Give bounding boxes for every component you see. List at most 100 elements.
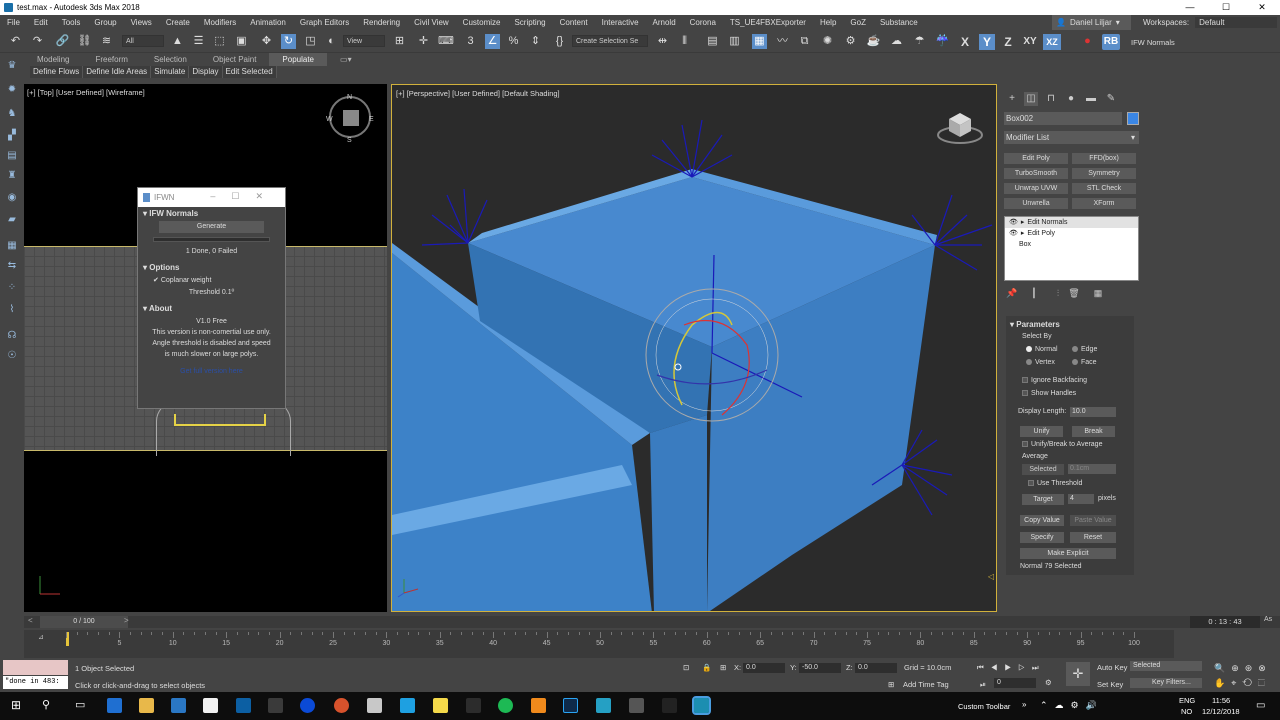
window-crossing-icon[interactable]: ▣ — [234, 34, 249, 49]
menu-graph-editors[interactable]: Graph Editors — [293, 18, 356, 27]
paste-value-button[interactable]: Paste Value — [1070, 515, 1116, 526]
vlc-icon[interactable] — [531, 698, 546, 713]
full-version-link[interactable]: Get full version here — [143, 366, 280, 378]
cylinder-icon[interactable]: ◉ — [5, 191, 19, 205]
configure-sets-icon[interactable]: ▦ — [1092, 287, 1104, 299]
modifier-btn-xform[interactable]: XForm — [1072, 198, 1136, 209]
axis-y-button[interactable]: Y — [979, 34, 995, 50]
ref-coord-dropdown[interactable]: View — [343, 35, 385, 47]
app-photos-icon[interactable] — [203, 698, 218, 713]
close-button[interactable]: ✕ — [1244, 0, 1280, 15]
photoshop-icon[interactable] — [563, 698, 578, 713]
epic-games-icon[interactable] — [662, 698, 677, 713]
menu-tools[interactable]: Tools — [55, 18, 88, 27]
ribbon-options-icon[interactable]: ▭▾ — [327, 53, 365, 66]
menu-create[interactable]: Create — [159, 18, 197, 27]
record-icon[interactable]: ● — [1080, 34, 1095, 49]
chrome-icon[interactable] — [334, 698, 349, 713]
modifier-btn-turbosmooth[interactable]: TurboSmooth — [1004, 168, 1068, 179]
menu-arnold[interactable]: Arnold — [646, 18, 683, 27]
auto-key-selection-dropdown[interactable]: Selected — [1130, 661, 1202, 671]
hierarchy-tab-icon[interactable]: ⊓ — [1044, 92, 1058, 106]
table-icon[interactable]: ▤ — [5, 149, 19, 163]
render-setup-icon[interactable]: ⚙ — [843, 34, 858, 49]
edit-named-selection-icon[interactable]: {} — [552, 34, 567, 49]
absolute-mode-icon[interactable]: ⊞ — [720, 663, 726, 672]
specify-button[interactable]: Specify — [1020, 532, 1064, 543]
place-icon[interactable]: ◐ — [324, 34, 339, 49]
layer-explorer-icon[interactable]: ▥ — [727, 34, 742, 49]
create-tab-icon[interactable]: + — [1005, 92, 1019, 106]
render-cloud-icon[interactable]: ☔ — [935, 34, 950, 49]
viewport-nav-icons-2[interactable]: ✋⌖⟲⬚ — [1214, 678, 1271, 689]
menu-rendering[interactable]: Rendering — [356, 18, 407, 27]
chevron-right-icon[interactable]: » — [1022, 700, 1026, 709]
person-icon[interactable]: ♞ — [5, 107, 19, 121]
menu-goz[interactable]: GoZ — [843, 18, 873, 27]
app-icon-14[interactable] — [596, 698, 611, 713]
menu-modifiers[interactable]: Modifiers — [197, 18, 243, 27]
maxscript-listener-mini[interactable] — [3, 660, 68, 675]
selected-button[interactable]: Selected — [1022, 464, 1064, 475]
coplanar-checkbox[interactable]: ✔ Coplanar weight — [143, 275, 280, 287]
time-tag-icon[interactable]: ⊞ — [888, 680, 894, 689]
stack-item-box[interactable]: Box — [1005, 239, 1138, 250]
modifier-btn-symmetry[interactable]: Symmetry — [1072, 168, 1136, 179]
curve-editor-icon[interactable]: 〰 — [775, 34, 790, 49]
render-active-icon[interactable]: ☂ — [912, 34, 927, 49]
selected-threshold-spinner[interactable]: 0.1cm — [1068, 464, 1116, 474]
radio-vertex[interactable]: Vertex — [1026, 359, 1055, 366]
viewport-nav-icons[interactable]: 🔍⊕⊛⊗ — [1214, 663, 1272, 674]
subtab-simulate[interactable]: Simulate — [151, 66, 190, 78]
app-icon-10[interactable] — [466, 698, 481, 713]
tab-object-paint[interactable]: Object Paint — [200, 53, 270, 66]
modifier-btn-stl-check[interactable]: STL Check — [1072, 183, 1136, 194]
ifw-window-buttons[interactable]: –☐✕ — [210, 191, 279, 202]
menu-edit[interactable]: Edit — [27, 18, 55, 27]
copy-value-button[interactable]: Copy Value — [1020, 515, 1064, 526]
rb-button[interactable]: RB — [1102, 34, 1120, 50]
scene-explorer-icon[interactable]: ▤ — [705, 34, 720, 49]
snap-3d-icon[interactable]: 3 — [463, 34, 478, 49]
file-explorer-icon[interactable] — [139, 698, 154, 713]
tab-selection[interactable]: Selection — [141, 53, 200, 66]
object-paint-icon[interactable]: ♛ — [5, 59, 19, 73]
threshold-field[interactable]: Threshold 0.1º — [143, 287, 280, 298]
axis-z-button[interactable]: Z — [1000, 34, 1016, 50]
ifw-titlebar[interactable]: IFWN –☐✕ — [138, 188, 285, 207]
time-config-icon[interactable]: As — [1264, 616, 1272, 623]
stack-item-edit-poly[interactable]: 👁 ▸ Edit Poly — [1005, 228, 1138, 239]
align-icon[interactable]: ⫴ — [677, 34, 692, 49]
minimize-button[interactable]: — — [1172, 0, 1208, 15]
modifier-list-dropdown[interactable]: Modifier List ▾ — [1004, 131, 1139, 144]
parameters-header[interactable]: ▾ Parameters — [1010, 320, 1060, 329]
current-frame-field[interactable]: 0 — [994, 678, 1036, 688]
time-config-button-icon[interactable]: ⚙ — [1045, 678, 1052, 687]
rect-selection-icon[interactable]: ⬚ — [212, 34, 227, 49]
axis-xy-button[interactable]: XY — [1021, 34, 1039, 50]
rotate-icon[interactable]: ↻ — [281, 34, 296, 49]
app-icon-7[interactable] — [367, 698, 382, 713]
tab-freeform[interactable]: Freeform — [82, 53, 140, 66]
track-bar[interactable]: ⊿ 5 10 15 20 25 30 35 40 45 50 55 60 65 70 75 80 85 90 95 1… — [24, 630, 1174, 658]
sticky-notes-icon[interactable] — [433, 698, 448, 713]
radio-face[interactable]: Face — [1072, 359, 1097, 366]
set-key-big-button-icon[interactable]: ✛ — [1066, 662, 1090, 686]
playback-controls[interactable]: ⏮◀▶▷⏭ — [977, 663, 1046, 673]
task-view-icon[interactable]: ▭ — [75, 698, 85, 711]
schematic-view-icon[interactable]: ⧉ — [797, 34, 812, 49]
add-time-tag[interactable]: Add Time Tag — [903, 680, 949, 689]
ignore-backfacing-checkbox[interactable]: Ignore Backfacing — [1022, 377, 1087, 384]
object-name-field[interactable]: Box002 — [1004, 112, 1122, 125]
tray-icons[interactable]: ⌃☁⚙🔊 — [1040, 700, 1104, 711]
object-color-swatch[interactable] — [1127, 112, 1139, 125]
select-by-name-icon[interactable]: ☰ — [191, 34, 206, 49]
menu-group[interactable]: Group — [87, 18, 123, 27]
perspective-viewport-label[interactable]: [+] [Perspective] [User Defined] [Defaul… — [396, 89, 560, 98]
make-unique-icon[interactable]: ⫶ — [1052, 287, 1064, 299]
make-explicit-button[interactable]: Make Explicit — [1020, 548, 1116, 559]
shape-icon[interactable]: ▞ — [5, 129, 19, 143]
select-object-icon[interactable]: ▲ — [170, 34, 185, 49]
modifier-btn-edit-poly[interactable]: Edit Poly — [1004, 153, 1068, 164]
scale-icon[interactable]: ◳ — [303, 34, 318, 49]
